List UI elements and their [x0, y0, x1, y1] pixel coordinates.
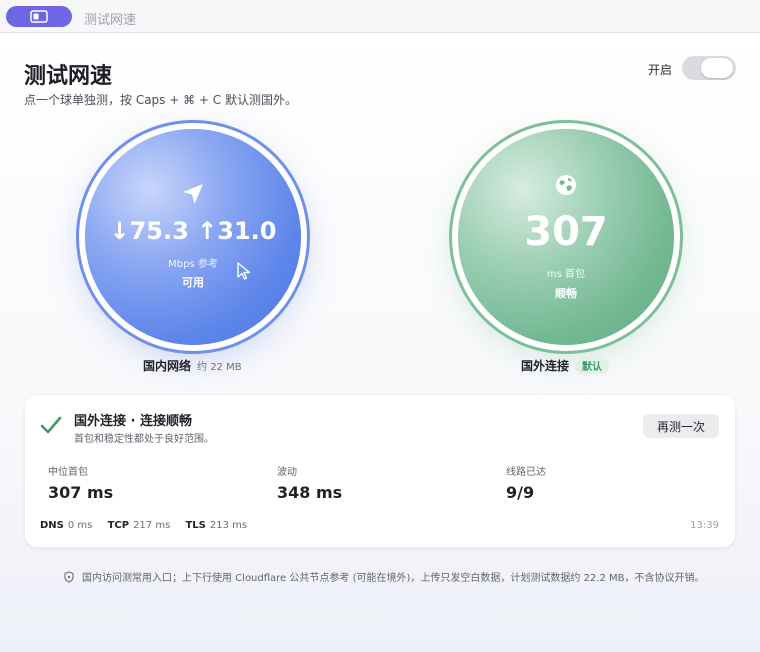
sidebar-toggle-button[interactable]: [6, 6, 72, 27]
window-title: 测试网速: [84, 13, 137, 28]
metric-label: 线路已达: [506, 467, 546, 478]
timing-breakdown: DNS 0 ms TCP 217 ms TLS 213 ms: [40, 520, 259, 531]
navigation-arrow-icon: [183, 184, 203, 204]
retest-button[interactable]: 再测一次: [643, 414, 719, 438]
metric-label: 中位首包: [48, 467, 88, 478]
shield-icon: [64, 570, 74, 583]
timing-tcp: TCP 217 ms: [107, 520, 171, 531]
timing-dns: DNS 0 ms: [40, 520, 93, 531]
domestic-speed-ball[interactable]: ↓75.3 ↑31.0 Mbps 参考 可用: [85, 129, 301, 345]
metric-value: 307 ms: [48, 483, 114, 502]
domestic-caption-label: 国内网络: [143, 359, 192, 373]
result-description: 首包和稳定性都处于良好范围。: [74, 434, 214, 445]
default-badge: 默认: [575, 357, 610, 374]
footer-note-text: 国内访问测常用入口；上下行使用 Cloudflare 公共节点参考 (可能在境外…: [82, 573, 705, 584]
check-icon: [40, 416, 62, 434]
overseas-latency-unit: ms 首包: [546, 269, 586, 280]
overseas-latency-ball[interactable]: 307 ms 首包 顺畅: [458, 129, 674, 345]
overseas-caption-label: 国外连接: [521, 359, 570, 373]
result-card: 国外连接 · 连接顺畅 首包和稳定性都处于良好范围。 再测一次 中位首包 307…: [25, 395, 735, 547]
enable-toggle[interactable]: [682, 56, 736, 80]
overseas-caption: 国外连接 默认: [521, 357, 610, 374]
domestic-data-size: 约 22 MB: [197, 362, 242, 373]
timing-tls: TLS 213 ms: [185, 520, 248, 531]
mouse-cursor-icon: [237, 262, 251, 280]
footer-note: 国内访问测常用入口；上下行使用 Cloudflare 公共节点参考 (可能在境外…: [64, 569, 705, 584]
globe-icon: [556, 175, 576, 195]
domestic-speed-value: ↓75.3 ↑31.0: [109, 217, 277, 245]
toggle-label: 开启: [648, 63, 673, 77]
domestic-status: 可用: [182, 276, 204, 289]
sidebar-icon: [30, 9, 48, 23]
page-subtitle: 点一个球单独测，按 Caps + ⌘ + C 默认测国外。: [24, 93, 297, 107]
title-bar: 测试网速: [0, 0, 760, 33]
metric-value: 348 ms: [277, 483, 343, 502]
domestic-speed-unit: Mbps 参考: [168, 259, 218, 270]
page-title: 测试网速: [24, 64, 113, 89]
metric-routes-reached: 线路已达 9/9: [506, 463, 546, 502]
result-timestamp: 13:39: [690, 520, 719, 531]
domestic-caption: 国内网络约 22 MB: [143, 357, 242, 374]
result-title: 国外连接 · 连接顺畅: [74, 414, 192, 429]
toggle-knob: [701, 58, 733, 78]
main-content: 测试网速 点一个球单独测，按 Caps + ⌘ + C 默认测国外。 开启 ↓7…: [0, 33, 760, 652]
overseas-latency-value: 307: [524, 209, 608, 255]
metric-median-latency: 中位首包 307 ms: [48, 463, 113, 502]
metric-value: 9/9: [506, 483, 535, 502]
overseas-status: 顺畅: [555, 287, 577, 300]
metric-jitter: 波动 348 ms: [277, 463, 342, 502]
metric-label: 波动: [277, 467, 297, 478]
